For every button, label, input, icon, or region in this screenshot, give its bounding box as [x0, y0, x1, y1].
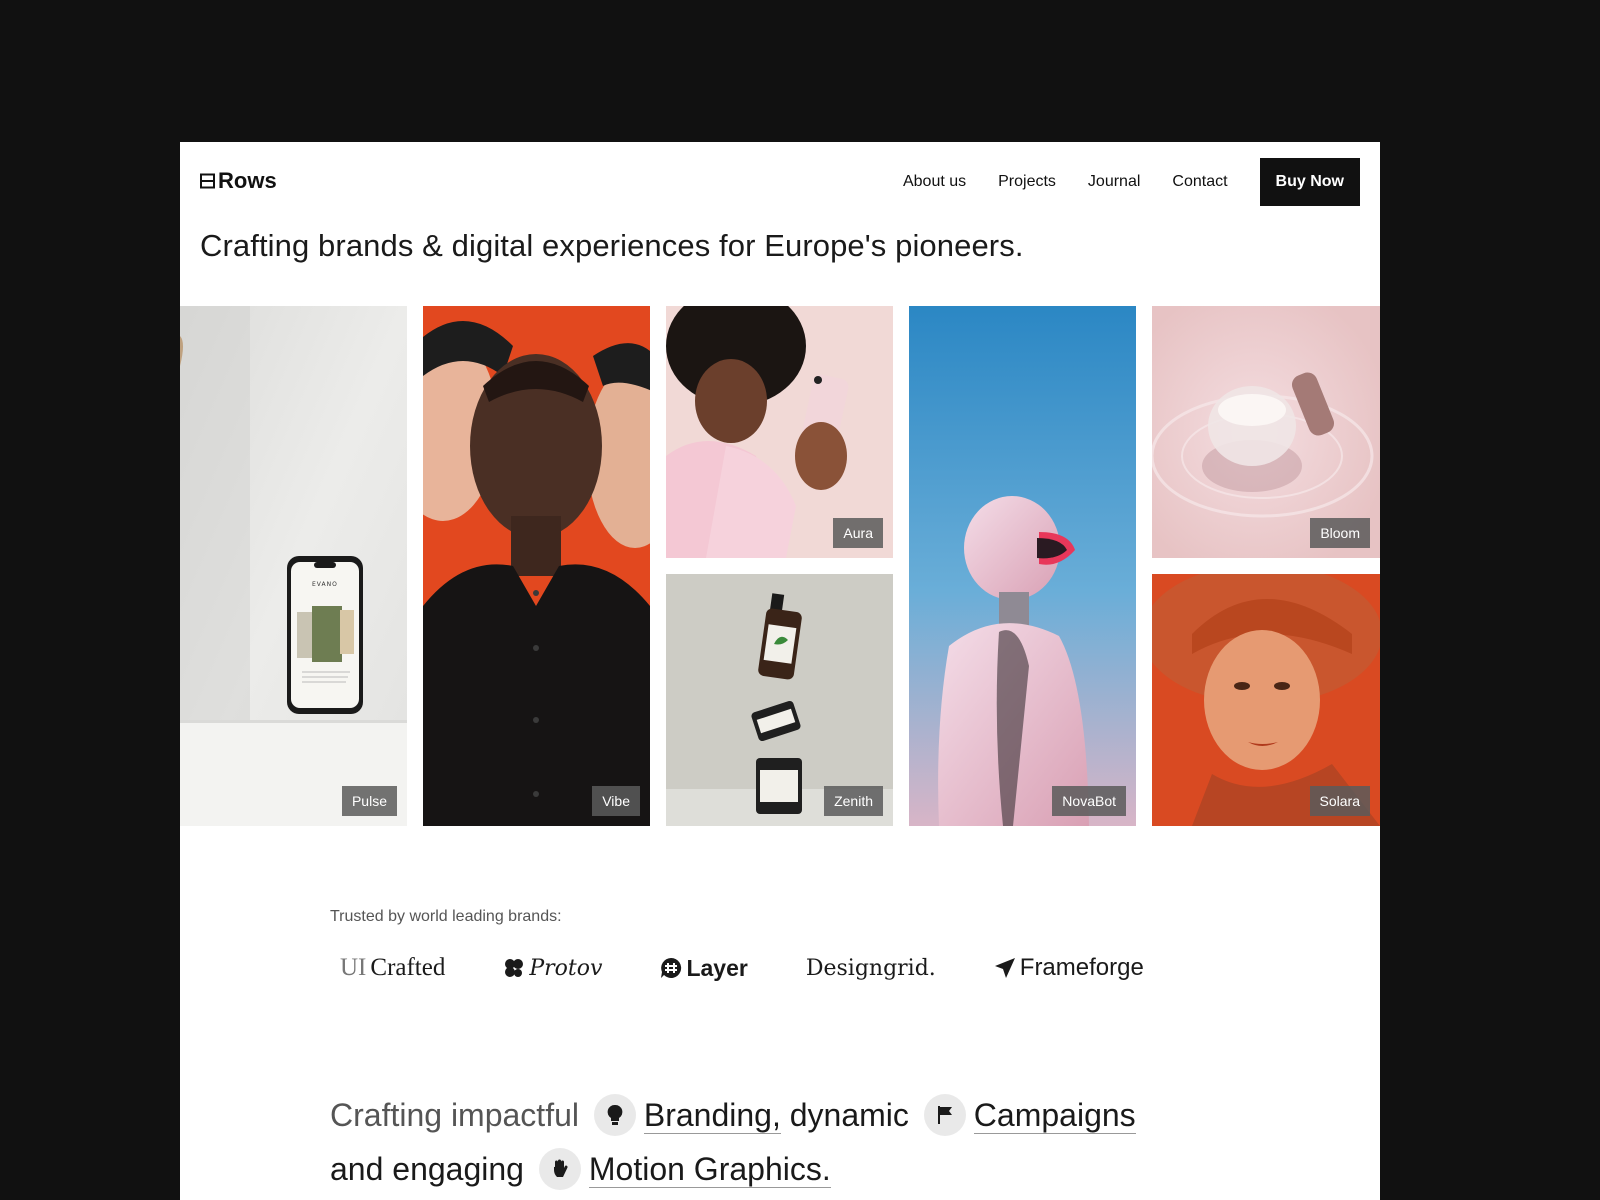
statement-part2: dynamic [789, 1097, 909, 1133]
brand-uicrafted-rest: Crafted [370, 954, 446, 981]
nav-journal[interactable]: Journal [1088, 173, 1140, 191]
phone-mockup-image [180, 306, 407, 826]
hand-icon [538, 1147, 581, 1190]
phone-mockup-text: EVANO [312, 581, 338, 588]
project-tile-bloom[interactable]: Bloom [1152, 306, 1380, 558]
branding-link[interactable]: Branding, [643, 1097, 781, 1134]
site-header: Rows About us Projects Journal Contact B… [180, 142, 1380, 222]
brand-uicrafted-prefix: UI [340, 954, 367, 981]
project-tile-solara[interactable]: Solara [1152, 574, 1380, 826]
project-tile-aura[interactable]: Aura [666, 306, 893, 558]
tile-label: Bloom [1310, 518, 1370, 548]
brand-protov: Protov [503, 956, 602, 981]
brand-protov-name: Protov [529, 955, 603, 981]
tile-label: Aura [833, 518, 883, 548]
brand-frameforge-name: Frameforge [1019, 954, 1144, 981]
nav-about-us[interactable]: About us [903, 173, 966, 191]
clover-icon [505, 959, 524, 977]
brand-designgrid-name: Designgrid. [805, 955, 936, 981]
logo-text: Rows [218, 168, 277, 193]
project-tile-zenith[interactable]: Zenith [666, 574, 893, 826]
brand-logos: UI Crafted Protov Layer Designgrid. Fram… [330, 950, 1170, 986]
flag-icon [923, 1093, 966, 1136]
tile-label: NovaBot [1052, 786, 1126, 816]
portrait-trio-image [423, 306, 650, 826]
services-statement: Crafting impactful Branding, dynamic Cam… [330, 1088, 1290, 1196]
project-tile-pulse[interactable]: EVANO Pulse [180, 306, 407, 826]
brand-designgrid: Designgrid. [806, 956, 936, 981]
tile-label: Zenith [824, 786, 883, 816]
rows-logo-icon [200, 173, 215, 189]
layer-logo-icon [661, 957, 682, 978]
motion-graphics-link[interactable]: Motion Graphics. [588, 1151, 831, 1188]
trusted-label: Trusted by world leading brands: [330, 908, 562, 925]
logo[interactable]: Rows [200, 168, 277, 194]
buy-now-button[interactable]: Buy Now [1259, 158, 1360, 206]
statement-part3: and engaging [330, 1151, 524, 1187]
brand-layer-name: Layer [686, 954, 748, 981]
paper-plane-icon [994, 958, 1015, 978]
brand-uicrafted: UI Crafted [340, 954, 445, 982]
nav-projects[interactable]: Projects [998, 173, 1056, 191]
nav-contact[interactable]: Contact [1172, 173, 1227, 191]
robot-image [909, 306, 1136, 826]
project-tile-novabot[interactable]: NovaBot [909, 306, 1136, 826]
statement-part1: Crafting impactful [330, 1097, 579, 1133]
project-gallery: EVANO Pulse Vibe Aura Zenith NovaBot Blo… [180, 306, 1380, 826]
lightbulb-icon [593, 1093, 636, 1136]
brand-frameforge: Frameforge [994, 954, 1144, 982]
main-nav: About us Projects Journal Contact Buy No… [903, 158, 1360, 206]
brand-layer: Layer [660, 954, 748, 982]
campaigns-link[interactable]: Campaigns [973, 1097, 1136, 1134]
hero-headline: Crafting brands & digital experiences fo… [200, 228, 1024, 263]
tile-label: Solara [1309, 786, 1370, 816]
page: Rows About us Projects Journal Contact B… [180, 142, 1380, 1200]
tile-label: Pulse [341, 786, 397, 816]
tile-label: Vibe [592, 786, 640, 816]
project-tile-vibe[interactable]: Vibe [423, 306, 650, 826]
